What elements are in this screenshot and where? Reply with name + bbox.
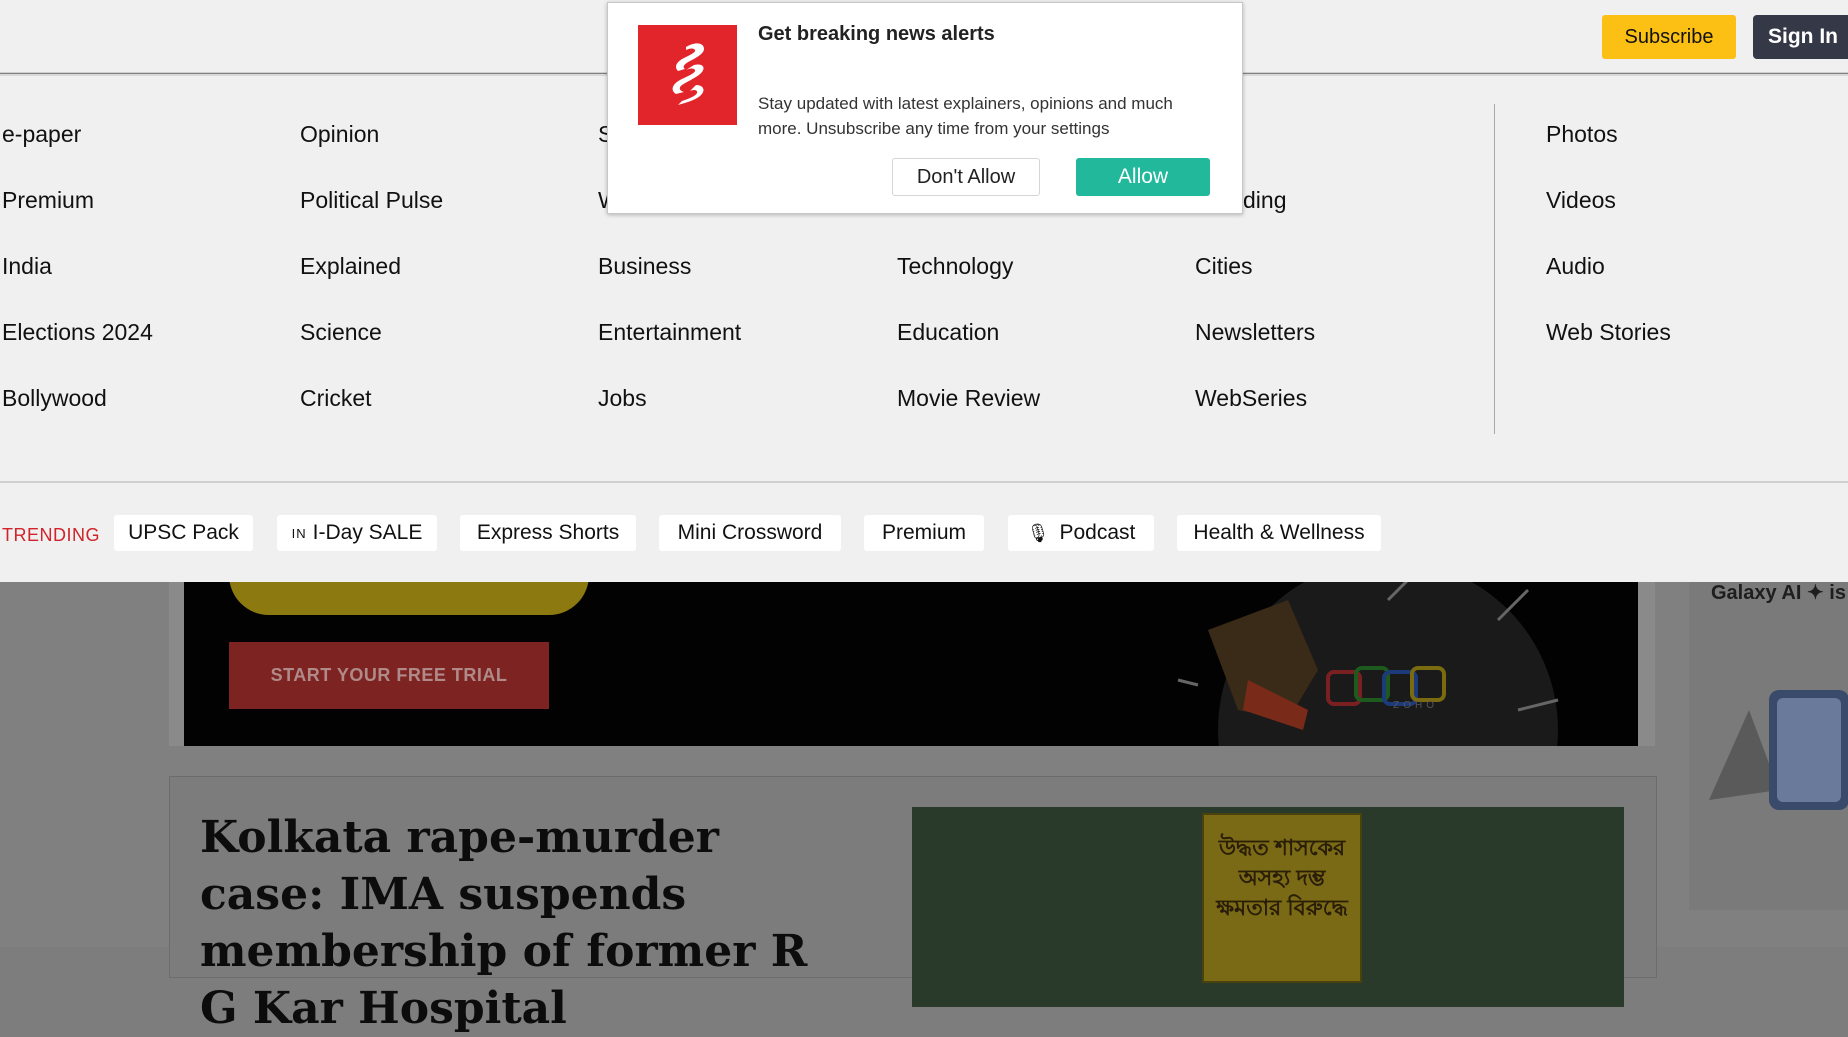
menu-item-elections[interactable]: Elections 2024 xyxy=(2,319,153,346)
article-headline[interactable]: Kolkata rape-murder case: IMA suspends m… xyxy=(200,809,850,1037)
chip-label: I-Day SALE xyxy=(312,521,423,544)
menu-item-newsletters[interactable]: Newsletters xyxy=(1195,319,1315,346)
side-ad-device-image xyxy=(1709,690,1848,810)
article-card[interactable]: Kolkata rape-murder case: IMA suspends m… xyxy=(169,776,1657,1034)
chip-label: Premium xyxy=(882,521,967,544)
trending-bar: TRENDING UPSC Pack IN I-Day SALE Express… xyxy=(0,483,1848,582)
trending-chip-premium[interactable]: Premium xyxy=(864,515,984,551)
menu-item-videos[interactable]: Videos xyxy=(1546,187,1616,214)
chip-label: Podcast xyxy=(1059,521,1136,544)
menu-item-business[interactable]: Business xyxy=(598,253,691,280)
sign-in-button[interactable]: Sign In xyxy=(1753,15,1848,59)
trending-chip-express-shorts[interactable]: Express Shorts xyxy=(460,515,636,551)
article-image[interactable]: উদ্ধত শাসকের অসহ্য দম্ভ ক্ষমতার বিরুদ্ধে xyxy=(912,807,1624,1007)
indian-express-logo-icon xyxy=(638,25,737,125)
menu-item-india[interactable]: India xyxy=(2,253,52,280)
menu-item-premium[interactable]: Premium xyxy=(2,187,94,214)
menu-item-photos[interactable]: Photos xyxy=(1546,121,1618,148)
chip-label: Mini Crossword xyxy=(677,521,823,544)
menu-item-partial-ding[interactable]: ding xyxy=(1243,187,1286,214)
side-ad-text: Galaxy AI ✦ is xyxy=(1711,582,1846,604)
notification-body: Stay updated with latest explainers, opi… xyxy=(758,94,1173,138)
trending-chip-i-day-sale[interactable]: IN I-Day SALE xyxy=(277,515,437,551)
menu-item-explained[interactable]: Explained xyxy=(300,253,401,280)
protest-placard: উদ্ধত শাসকের অসহ্য দম্ভ ক্ষমতার বিরুদ্ধে xyxy=(1202,813,1362,983)
menu-item-cities[interactable]: Cities xyxy=(1195,253,1253,280)
dont-allow-button[interactable]: Don't Allow xyxy=(892,158,1040,196)
ad-brand-label: ZOHO xyxy=(1393,700,1438,711)
allow-button[interactable]: Allow xyxy=(1076,158,1210,196)
chip-label: UPSC Pack xyxy=(128,521,239,544)
menu-item-science[interactable]: Science xyxy=(300,319,382,346)
menu-item-cricket[interactable]: Cricket xyxy=(300,385,372,412)
trending-chip-upsc-pack[interactable]: UPSC Pack xyxy=(114,515,253,551)
ad-banner[interactable]: 10x faster with low-code START YOUR FREE… xyxy=(184,560,1638,746)
menu-item-technology[interactable]: Technology xyxy=(897,253,1013,280)
menu-item-web-stories[interactable]: Web Stories xyxy=(1546,319,1671,346)
trending-chip-health-wellness[interactable]: Health & Wellness xyxy=(1177,515,1381,551)
trending-chip-podcast[interactable]: 🎙 Podcast xyxy=(1008,515,1154,551)
ad-runner-artwork xyxy=(1177,560,1559,746)
menu-item-political-pulse[interactable]: Political Pulse xyxy=(300,187,443,214)
side-ad[interactable]: Galaxy AI ✦ is xyxy=(1689,560,1848,910)
menu-item-education[interactable]: Education xyxy=(897,319,999,346)
menu-item-audio[interactable]: Audio xyxy=(1546,253,1605,280)
menu-item-e-paper[interactable]: e-paper xyxy=(2,121,81,148)
in-badge-icon: IN xyxy=(291,525,307,541)
menu-item-webseries[interactable]: WebSeries xyxy=(1195,385,1307,412)
notification-dialog: Get breaking news alerts Stay updated wi… xyxy=(607,2,1243,214)
menu-item-bollywood[interactable]: Bollywood xyxy=(2,385,107,412)
microphone-icon: 🎙 xyxy=(1026,522,1050,543)
chip-label: Express Shorts xyxy=(476,521,620,544)
trending-chip-mini-crossword[interactable]: Mini Crossword xyxy=(659,515,841,551)
chip-label: Health & Wellness xyxy=(1193,521,1365,544)
menu-column-divider xyxy=(1494,104,1495,434)
menu-item-movie-review[interactable]: Movie Review xyxy=(897,385,1040,412)
subscribe-button[interactable]: Subscribe xyxy=(1602,15,1736,59)
menu-item-opinion[interactable]: Opinion xyxy=(300,121,379,148)
notification-title: Get breaking news alerts xyxy=(758,23,995,45)
menu-item-entertainment[interactable]: Entertainment xyxy=(598,319,741,346)
menu-item-jobs[interactable]: Jobs xyxy=(598,385,647,412)
ad-free-trial-button[interactable]: START YOUR FREE TRIAL xyxy=(229,642,549,709)
trending-label: TRENDING xyxy=(2,525,100,545)
